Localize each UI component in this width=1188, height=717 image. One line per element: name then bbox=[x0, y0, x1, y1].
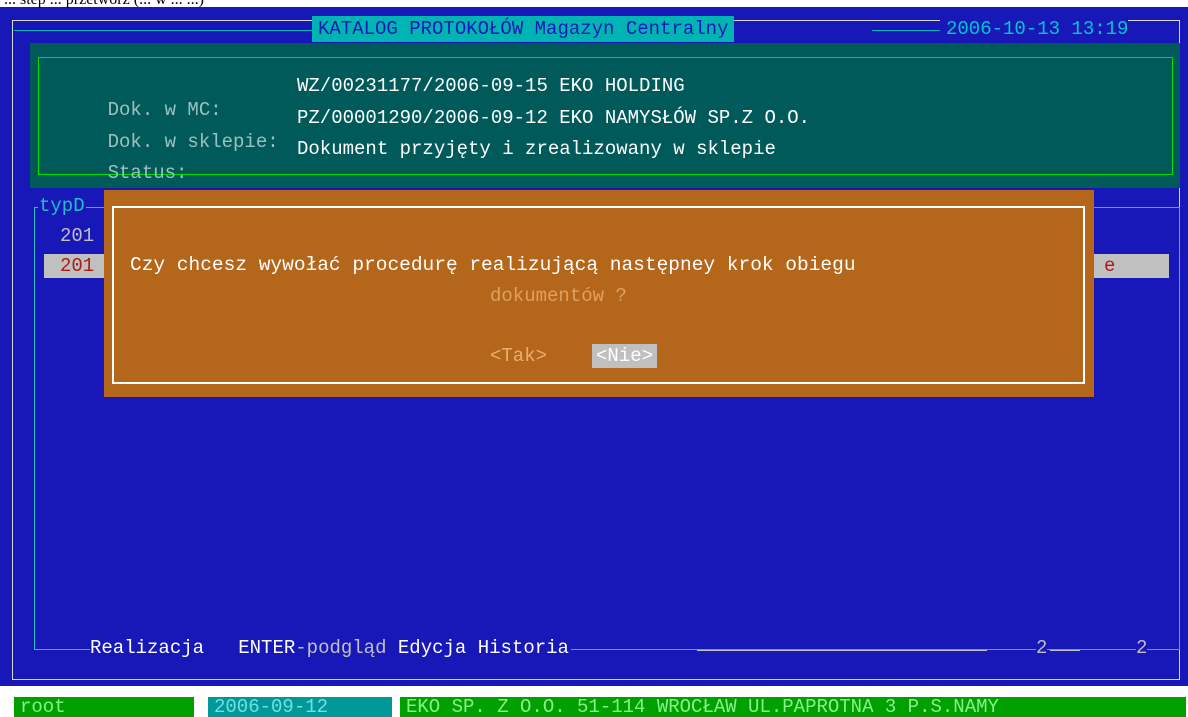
info-value-status: Dokument przyjęty i zrealizowany w sklep… bbox=[297, 138, 776, 160]
dialog-message: Czy chcesz wywołać procedurę realizującą… bbox=[130, 254, 856, 276]
window-caption: ... step ... przetwórz (... w ... ...) bbox=[4, 0, 204, 8]
terminal-screen: KATALOG PROTOKOŁÓW Magazyn Centralny 200… bbox=[0, 0, 1188, 717]
title-rule-left bbox=[14, 30, 314, 31]
footer-menu: Realizacja ENTER-podgląd Edycja Historia bbox=[90, 636, 571, 660]
page-total: 2 bbox=[1136, 636, 1148, 660]
no-button[interactable]: <Nie> bbox=[592, 344, 658, 368]
info-value-store: PZ/00001290/2006-09-12 EKO NAMYSŁÓW SP.Z… bbox=[297, 107, 811, 129]
list-item-right-text: e bbox=[1104, 255, 1116, 277]
footer-rule bbox=[697, 650, 987, 651]
info-value-mc: WZ/00231177/2006-09-15 EKO HOLDING bbox=[297, 75, 685, 97]
current-datetime: 2006-10-13 13:19 bbox=[940, 16, 1129, 42]
dialog-message-continued: dokumentów ? bbox=[490, 285, 627, 307]
menu-historia[interactable]: Historia bbox=[478, 637, 569, 659]
info-label-status: Status: bbox=[107, 162, 188, 184]
footer-rule-mid bbox=[1050, 650, 1080, 651]
protocol-list-title: typD bbox=[38, 194, 86, 218]
status-user: root bbox=[14, 697, 194, 717]
menu-enter-key[interactable]: ENTER bbox=[238, 637, 295, 659]
list-item[interactable]: 201 bbox=[60, 224, 94, 248]
window-title: KATALOG PROTOKOŁÓW Magazyn Centralny bbox=[312, 16, 735, 42]
status-date: 2006-09-12 bbox=[208, 697, 392, 717]
yes-button[interactable]: <Tak> bbox=[486, 344, 551, 368]
menu-edycja[interactable]: Edycja bbox=[398, 637, 466, 659]
menu-realizacja[interactable]: Realizacja bbox=[90, 637, 204, 659]
title-rule-right bbox=[872, 30, 942, 31]
menu-podglad[interactable]: -podgląd bbox=[295, 637, 386, 659]
page-current: 2 bbox=[1036, 636, 1048, 660]
menu-spacer bbox=[215, 637, 226, 659]
status-company: EKO SP. Z O.O. 51-114 WROCŁAW UL.PAPROTN… bbox=[400, 697, 1186, 717]
list-item-text: 201 bbox=[60, 255, 95, 277]
